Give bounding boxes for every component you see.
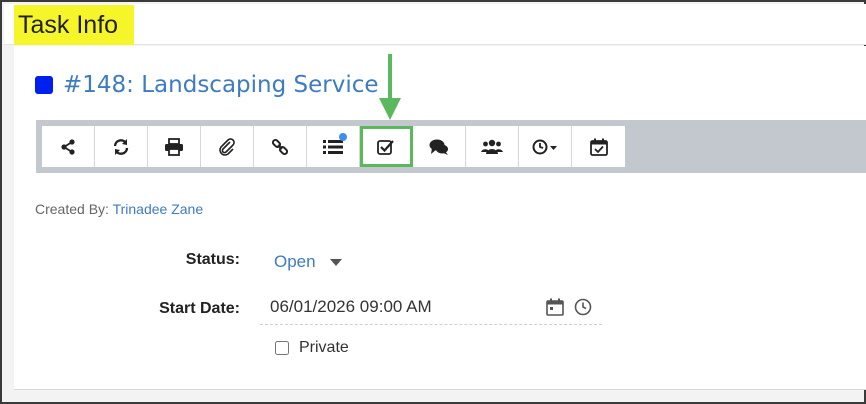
- task-panel: #148: Landscaping Service Created By: Tr…: [14, 46, 866, 390]
- schedule-button[interactable]: [572, 126, 625, 167]
- checkbox-check-icon: [377, 139, 394, 155]
- app-frame: Task Info #148: Landscaping Service Crea…: [0, 0, 866, 404]
- refresh-button[interactable]: [95, 126, 148, 167]
- time-dropdown-button[interactable]: [519, 126, 572, 167]
- print-icon: [165, 137, 183, 156]
- print-button[interactable]: [148, 126, 201, 167]
- clock-dropdown-icon: [532, 139, 557, 154]
- paperclip-icon: [219, 137, 235, 156]
- status-value: Open: [274, 252, 316, 271]
- attach-button[interactable]: [201, 126, 254, 167]
- created-by-label: Created By:: [35, 201, 109, 217]
- comments-button[interactable]: [413, 126, 466, 167]
- users-button[interactable]: [466, 126, 519, 167]
- list-icon: [323, 139, 343, 154]
- link-button[interactable]: [254, 126, 307, 167]
- share-icon: [61, 138, 75, 155]
- start-date-label: Start Date:: [159, 300, 240, 317]
- users-icon: [481, 139, 503, 154]
- status-dropdown[interactable]: Open: [274, 252, 342, 272]
- comments-icon: [429, 139, 448, 155]
- panel-title: Task Info: [14, 5, 134, 45]
- private-checkbox[interactable]: [275, 341, 289, 355]
- refresh-icon: [113, 138, 129, 155]
- private-label: Private: [299, 339, 349, 356]
- notification-dot: [339, 133, 347, 141]
- private-row: Private: [275, 339, 349, 357]
- created-by-author[interactable]: Trinadee Zane: [113, 201, 204, 217]
- task-title[interactable]: #148: Landscaping Service: [63, 72, 379, 98]
- clock-icon[interactable]: [574, 298, 592, 316]
- calendar-check-icon: [589, 138, 608, 156]
- task-heading: #148: Landscaping Service: [35, 70, 379, 100]
- link-icon: [271, 138, 289, 155]
- share-button[interactable]: [42, 126, 95, 167]
- status-label: Status:: [185, 251, 240, 268]
- created-by: Created By: Trinadee Zane: [35, 201, 203, 217]
- arrow-down-icon: [379, 54, 401, 120]
- list-button[interactable]: [307, 126, 360, 167]
- start-date-value: 06/01/2026 09:00 AM: [270, 296, 432, 316]
- checklist-button[interactable]: [360, 126, 413, 167]
- caret-down-icon: [329, 258, 342, 266]
- task-color-swatch: [35, 76, 53, 94]
- start-date-field[interactable]: 06/01/2026 09:00 AM: [260, 289, 602, 325]
- calendar-icon[interactable]: [546, 298, 564, 316]
- task-toolbar: [36, 120, 866, 173]
